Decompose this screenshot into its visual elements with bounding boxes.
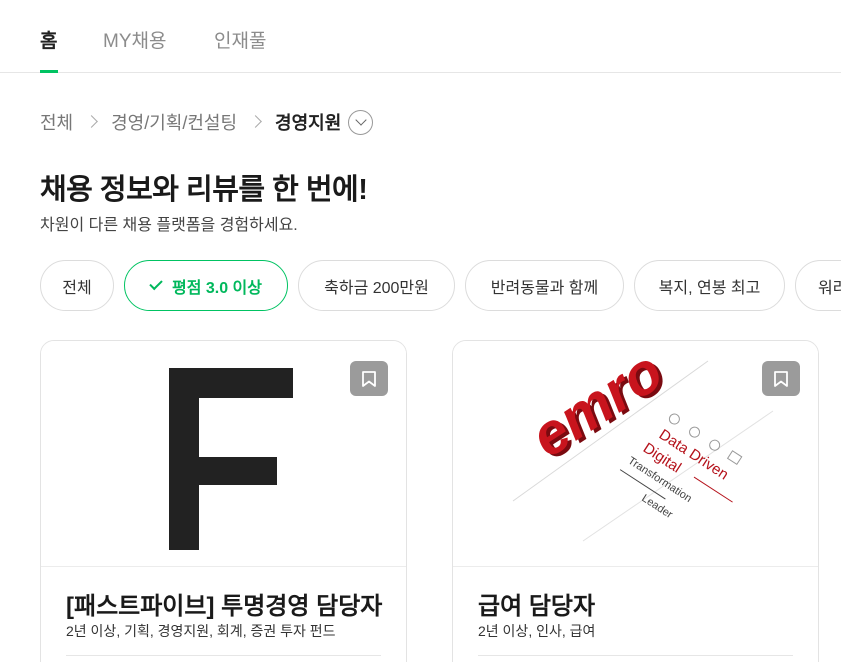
bookmark-icon (362, 371, 376, 387)
chevron-right-icon (84, 114, 100, 130)
bookmark-button[interactable] (350, 361, 388, 396)
filter-chip-welfare[interactable]: 복지, 연봉 최고 (634, 260, 785, 311)
job-tags: 2년 이상, 기획, 경영지원, 회계, 증권 투자 펀드 (66, 623, 336, 639)
page-subtitle: 차원이 다른 채용 플랫폼을 경험하세요. (40, 217, 298, 234)
filter-chip-all[interactable]: 전체 (40, 260, 114, 311)
filter-chip-label: 워라 (818, 279, 841, 297)
check-icon (149, 276, 163, 291)
filter-chip-label: 평점 3.0 이상 (171, 279, 262, 297)
filter-chip-bonus[interactable]: 축하금 200만원 (298, 260, 455, 311)
filter-chip-label: 축하금 200만원 (324, 279, 429, 297)
divider (66, 655, 381, 656)
divider (478, 655, 793, 656)
filter-chip-worklife[interactable]: 워라 (795, 260, 841, 311)
bookmark-icon (774, 371, 788, 387)
filter-chip-label: 전체 (62, 279, 92, 297)
job-title: 급여 담당자 (478, 593, 596, 620)
emro-line-4: Leader (639, 492, 675, 521)
filter-chip-pets[interactable]: 반려동물과 함께 (465, 260, 624, 311)
chevron-down-icon[interactable] (348, 109, 374, 135)
job-tags: 2년 이상, 인사, 급여 (478, 623, 596, 639)
breadcrumb-all[interactable]: 전체 (40, 109, 73, 135)
bookmark-button[interactable] (762, 361, 800, 396)
active-tab-indicator (40, 70, 58, 73)
job-title: [패스트파이브] 투명경영 담당자 (66, 593, 383, 620)
breadcrumb: 전체 경영/기획/컨설팅 경영지원 (40, 108, 374, 136)
page-title: 채용 정보와 리뷰를 한 번에! (40, 174, 368, 206)
filter-chip-label: 반려동물과 함께 (490, 279, 599, 297)
breadcrumb-management-support[interactable]: 경영지원 (275, 109, 341, 135)
chevron-right-icon (248, 114, 264, 130)
filter-chip-rating[interactable]: 평점 3.0 이상 (124, 260, 288, 311)
tab-my-recruit[interactable]: MY채용 (103, 26, 166, 53)
top-nav: 홈 MY채용 인재풀 (0, 0, 841, 73)
tab-talent-pool[interactable]: 인재풀 (214, 26, 266, 53)
filter-chip-list: 전체 평점 3.0 이상 축하금 200만원 반려동물과 함께 복지, 연봉 최… (40, 260, 841, 311)
job-card[interactable]: F [패스트파이브] 투명경영 담당자 2년 이상, 기획, 경영지원, 회계,… (40, 340, 407, 662)
tab-home[interactable]: 홈 (40, 26, 57, 53)
filter-chip-label: 복지, 연봉 최고 (658, 279, 761, 297)
job-card[interactable]: emro emro Data Driven Digital Transforma… (452, 340, 819, 662)
breadcrumb-management-planning[interactable]: 경영/기획/컨설팅 (111, 109, 237, 135)
